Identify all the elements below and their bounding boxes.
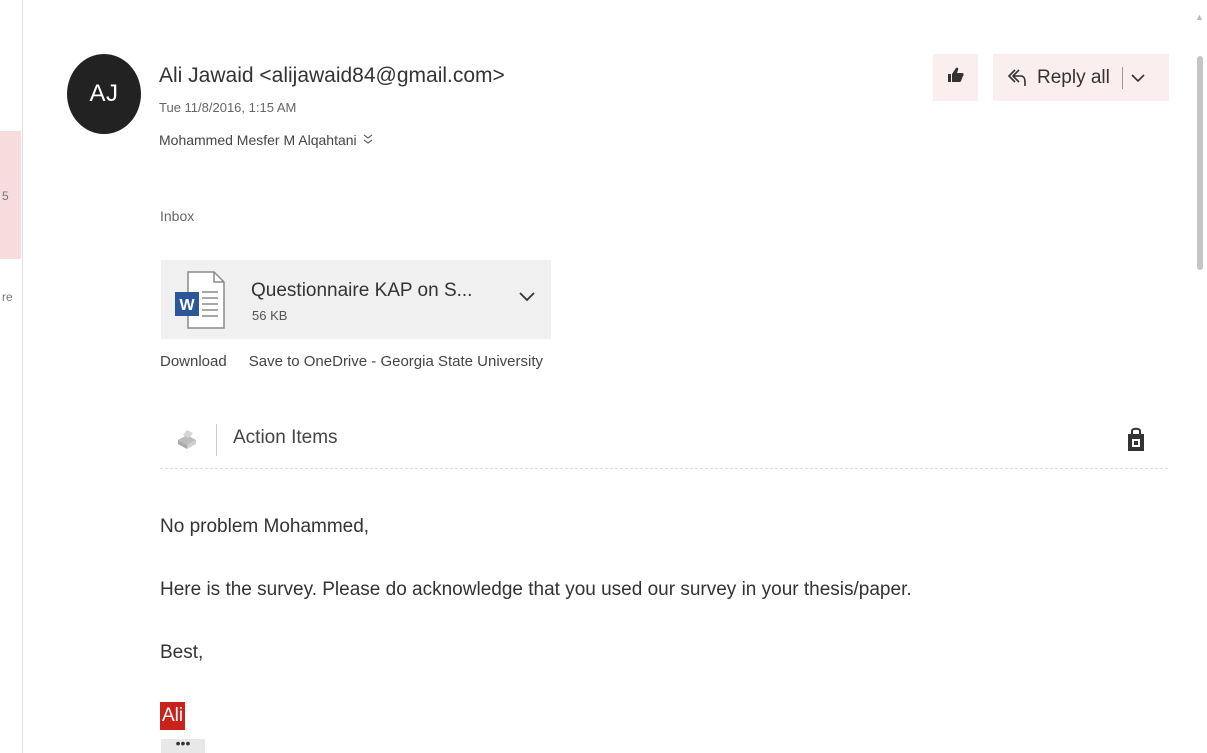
left-pane-fragment: re: [2, 290, 13, 304]
show-more-button[interactable]: •••: [161, 739, 205, 753]
download-link[interactable]: Download: [160, 353, 227, 370]
signature: Ali: [160, 702, 186, 730]
left-pane-edge: 5 re: [0, 0, 23, 753]
scrollbar-thumb[interactable]: [1197, 56, 1203, 270]
reply-all-icon: [1005, 67, 1027, 89]
addin-icon[interactable]: [175, 428, 199, 455]
reply-all-label: Reply all: [1037, 66, 1110, 88]
divider: [216, 424, 217, 456]
body-greeting: No problem Mohammed,: [160, 516, 370, 537]
svg-text:W: W: [179, 297, 195, 314]
sender-name[interactable]: Ali Jawaid <alijawaid84@gmail.com>: [159, 64, 505, 88]
folder-label[interactable]: Inbox: [160, 208, 194, 224]
body-paragraph: Here is the survey. Please do acknowledg…: [160, 579, 912, 600]
recipient-name[interactable]: Mohammed Mesfer M Alqahtani: [159, 132, 357, 148]
avatar[interactable]: AJ: [67, 54, 141, 134]
reply-all-button[interactable]: Reply all: [993, 54, 1169, 101]
action-items-bar: Action Items: [160, 416, 1168, 469]
scroll-up-icon[interactable]: ▲: [1195, 12, 1204, 22]
message-date: Tue 11/8/2016, 1:15 AM: [159, 100, 297, 115]
chevron-down-icon[interactable]: [1131, 73, 1145, 83]
recipient-line[interactable]: Mohammed Mesfer M Alqahtani: [159, 132, 373, 148]
thumbs-up-icon: [947, 67, 965, 88]
divider: [1121, 66, 1123, 89]
save-to-onedrive-link[interactable]: Save to OneDrive - Georgia State Univers…: [249, 353, 543, 370]
attachment-card[interactable]: W Questionnaire KAP on S... 56 KB: [161, 260, 551, 339]
left-pane-fragment: 5: [2, 189, 9, 203]
word-document-icon: W: [174, 270, 226, 330]
expand-recipients-icon[interactable]: [363, 133, 373, 148]
action-items-label[interactable]: Action Items: [233, 427, 338, 449]
chevron-down-icon[interactable]: [519, 290, 535, 308]
scrollbar[interactable]: ▲: [1192, 0, 1207, 753]
store-bag-icon[interactable]: [1126, 426, 1146, 457]
attachment-actions: Download Save to OneDrive - Georgia Stat…: [160, 353, 543, 370]
like-button[interactable]: [933, 54, 978, 101]
attachment-name: Questionnaire KAP on S...: [251, 280, 473, 301]
body-closing: Best,: [160, 642, 204, 663]
attachment-size: 56 KB: [252, 308, 288, 323]
